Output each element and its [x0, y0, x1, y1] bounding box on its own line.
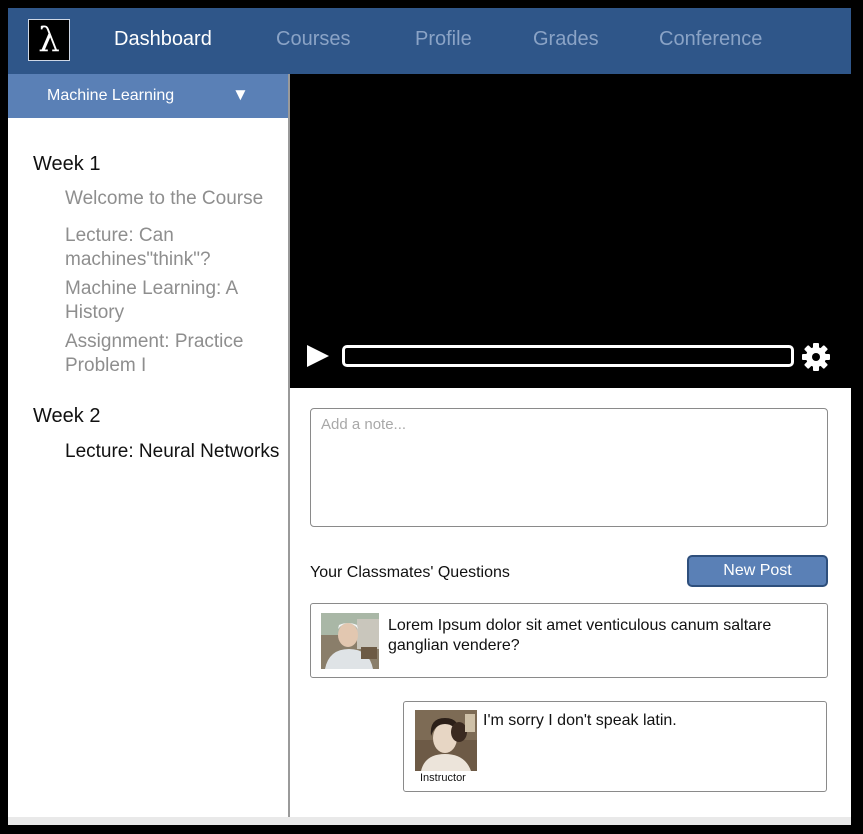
- video-progress-bar[interactable]: [342, 345, 794, 367]
- nav-courses[interactable]: Courses: [276, 28, 350, 51]
- play-icon[interactable]: [307, 345, 329, 367]
- new-post-button[interactable]: New Post: [687, 555, 828, 587]
- bottom-divider: [8, 817, 851, 825]
- question-post[interactable]: Lorem Ipsum dolor sit amet venticulous c…: [310, 603, 828, 678]
- week-1-title: Week 1: [33, 153, 101, 175]
- avatar: [321, 613, 379, 669]
- week-2-title: Week 2: [33, 405, 101, 427]
- reply-text: I'm sorry I don't speak latin.: [483, 712, 677, 729]
- gear-icon[interactable]: [801, 342, 831, 372]
- lesson-practice-problem[interactable]: Assignment: Practice Problem I: [65, 330, 287, 378]
- chevron-down-icon: ▼: [232, 85, 249, 104]
- nav-profile[interactable]: Profile: [415, 28, 472, 51]
- nav-conference[interactable]: Conference: [659, 28, 762, 51]
- question-text: Lorem Ipsum dolor sit amet venticulous c…: [388, 617, 772, 654]
- course-sidebar: Machine Learning ▼ Week 1 Welcome to the…: [8, 74, 290, 825]
- video-player[interactable]: [290, 74, 851, 388]
- lesson-ml-history[interactable]: Machine Learning: A History: [65, 277, 287, 325]
- app-window: λ Dashboard Courses Profile Grades Confe…: [8, 8, 851, 825]
- nav-dashboard[interactable]: Dashboard: [114, 28, 212, 51]
- top-navigation: λ Dashboard Courses Profile Grades Confe…: [8, 8, 851, 75]
- lambda-logo[interactable]: λ: [28, 19, 70, 61]
- lesson-welcome[interactable]: Welcome to the Course: [65, 187, 287, 211]
- questions-heading: Your Classmates' Questions: [310, 564, 510, 581]
- note-input[interactable]: [310, 408, 828, 527]
- course-dropdown-label: Machine Learning: [47, 87, 175, 104]
- course-dropdown[interactable]: Machine Learning ▼: [8, 74, 288, 118]
- avatar: [415, 710, 477, 771]
- lesson-neural-networks[interactable]: Lecture: Neural Networks: [65, 440, 287, 464]
- instructor-label: Instructor: [420, 772, 466, 784]
- instructor-reply: I'm sorry I don't speak latin. Instructo…: [403, 701, 827, 792]
- nav-grades[interactable]: Grades: [533, 28, 599, 51]
- lesson-can-machines-think[interactable]: Lecture: Can machines"think"?: [65, 224, 287, 272]
